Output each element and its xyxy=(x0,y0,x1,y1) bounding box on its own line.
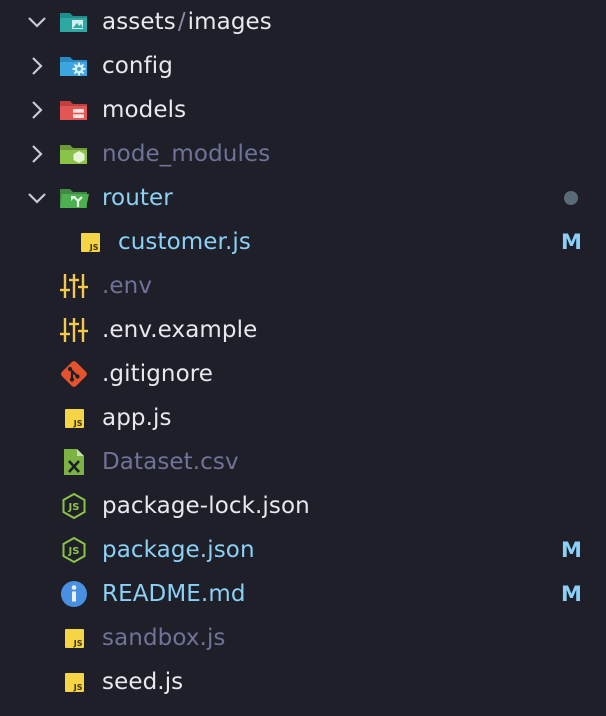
tree-item-label: app.js xyxy=(102,405,172,431)
tree-file-sandbox-js[interactable]: JS sandbox.js xyxy=(0,616,606,660)
tree-folder-router[interactable]: router xyxy=(0,176,606,220)
chevron-down-icon[interactable] xyxy=(25,10,49,34)
file-explorer-tree: assets/images config models node_modules… xyxy=(0,0,606,716)
javascript-file-icon: JS xyxy=(59,668,89,696)
folder-config-icon xyxy=(59,52,89,80)
info-file-icon xyxy=(59,580,89,608)
tree-file-package-lock-json[interactable]: JS package-lock.json xyxy=(0,484,606,528)
tree-file-dataset-csv[interactable]: Dataset.csv xyxy=(0,440,606,484)
nodejs-file-icon: JS xyxy=(59,492,89,520)
folder-images-icon xyxy=(59,8,89,36)
folder-database-icon xyxy=(59,96,89,124)
nodejs-file-icon: JS xyxy=(59,536,89,564)
tree-item-label: sandbox.js xyxy=(102,625,226,651)
tree-file-env-example[interactable]: .env.example xyxy=(0,308,606,352)
settings-tune-icon xyxy=(59,272,89,300)
tree-item-label: README.md xyxy=(102,581,246,607)
tree-folder-assets-images[interactable]: assets/images xyxy=(0,0,606,44)
folder-routes-icon xyxy=(59,184,89,212)
tree-item-label: .env.example xyxy=(102,317,258,343)
git-status-badge: M xyxy=(561,230,582,254)
tree-item-label: package-lock.json xyxy=(102,493,310,519)
tree-file-package-json[interactable]: JS package.json M xyxy=(0,528,606,572)
tree-item-label: customer.js xyxy=(118,229,251,255)
tree-item-label: models xyxy=(102,97,187,123)
javascript-file-icon: JS xyxy=(75,228,105,256)
git-status-badge: M xyxy=(561,582,582,606)
csv-file-icon xyxy=(59,448,89,476)
tree-item-label: config xyxy=(102,53,173,79)
javascript-file-icon: JS xyxy=(59,404,89,432)
svg-text:JS: JS xyxy=(68,546,80,557)
settings-tune-icon xyxy=(59,316,89,344)
tree-file-gitignore[interactable]: .gitignore xyxy=(0,352,606,396)
tree-file-seed-js[interactable]: JS seed.js xyxy=(0,660,606,704)
svg-text:JS: JS xyxy=(68,502,80,513)
tree-item-label: router xyxy=(102,185,173,211)
git-status-badge: M xyxy=(561,538,582,562)
tree-file-app-js[interactable]: JS app.js xyxy=(0,396,606,440)
tree-item-label: Dataset.csv xyxy=(102,449,239,475)
tree-file-readme-md[interactable]: README.md M xyxy=(0,572,606,616)
tree-folder-models[interactable]: models xyxy=(0,88,606,132)
modified-indicator-dot xyxy=(564,191,578,205)
tree-item-label: assets/images xyxy=(102,9,272,35)
chevron-right-icon[interactable] xyxy=(25,54,49,78)
javascript-file-icon: JS xyxy=(59,624,89,652)
tree-file-customer-js[interactable]: JS customer.js M xyxy=(0,220,606,264)
git-icon xyxy=(59,360,89,388)
tree-item-label: package.json xyxy=(102,537,255,563)
folder-node-icon xyxy=(59,140,89,168)
tree-item-label: seed.js xyxy=(102,669,184,695)
chevron-right-icon[interactable] xyxy=(25,98,49,122)
tree-folder-config[interactable]: config xyxy=(0,44,606,88)
tree-item-label: .gitignore xyxy=(102,361,214,387)
tree-file-env[interactable]: .env xyxy=(0,264,606,308)
tree-folder-node-modules[interactable]: node_modules xyxy=(0,132,606,176)
chevron-right-icon[interactable] xyxy=(25,142,49,166)
chevron-down-icon[interactable] xyxy=(25,186,49,210)
tree-item-label: node_modules xyxy=(102,141,271,167)
tree-item-label: .env xyxy=(102,273,153,299)
